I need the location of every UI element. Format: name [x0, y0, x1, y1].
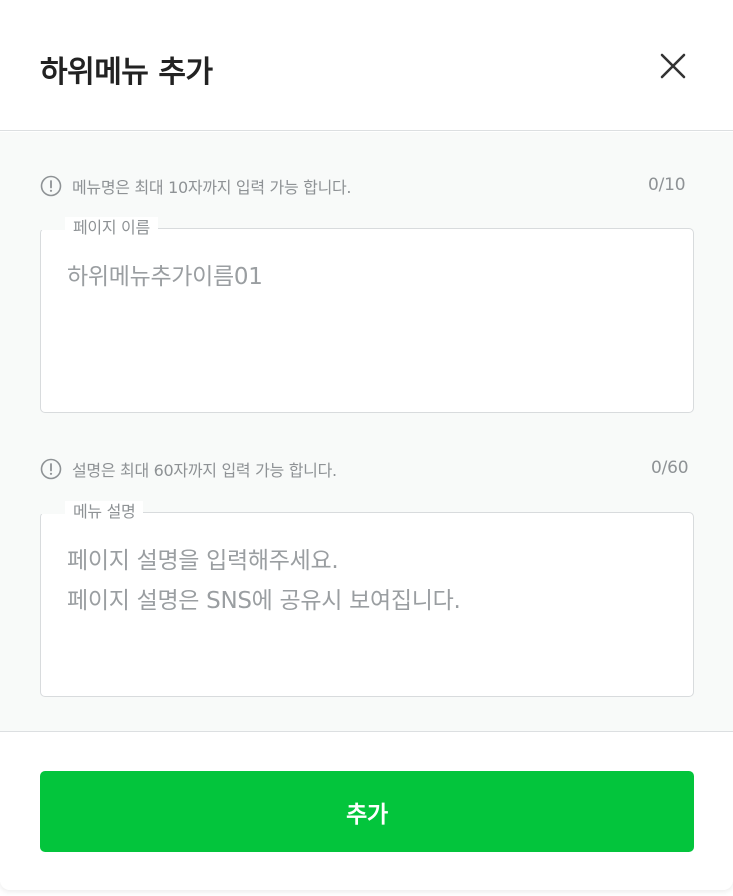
description-hint: 설명은 최대 60자까지 입력 가능 합니다. — [40, 458, 337, 480]
page-name-label: 페이지 이름 — [41, 217, 158, 239]
dialog-footer: 추가 — [0, 733, 733, 890]
menu-description-field[interactable]: 메뉴 설명 페이지 설명을 입력해주세요. 페이지 설명은 SNS에 공유시 보… — [40, 501, 694, 697]
page-name-hint: 메뉴명은 최대 10자까지 입력 가능 합니다. — [40, 175, 352, 197]
dialog-header: 하위메뉴 추가 — [0, 0, 733, 131]
info-icon — [40, 458, 62, 480]
close-button[interactable] — [654, 47, 692, 85]
close-icon — [660, 53, 686, 79]
menu-description-placeholder: 페이지 설명을 입력해주세요. 페이지 설명은 SNS에 공유시 보여집니다. — [67, 548, 461, 614]
description-counter: 0/60 — [651, 458, 689, 478]
page-name-counter: 0/10 — [648, 175, 686, 195]
menu-description-label: 메뉴 설명 — [40, 501, 144, 523]
page-name-field[interactable]: 페이지 이름 하위메뉴추가이름01 — [40, 217, 694, 413]
add-button[interactable]: 추가 — [40, 771, 694, 852]
page-name-placeholder: 하위메뉴추가이름01 — [67, 264, 263, 290]
info-icon — [40, 175, 62, 197]
page-name-hint-text: 메뉴명은 최대 10자까지 입력 가능 합니다. — [72, 178, 352, 197]
dialog-title: 하위메뉴 추가 — [40, 55, 213, 90]
add-submenu-dialog: 하위메뉴 추가 메뉴명은 최대 10자까지 입력 가능 합니다. 0/10 페이… — [0, 0, 733, 890]
dialog-body: 메뉴명은 최대 10자까지 입력 가능 합니다. 0/10 페이지 이름 하위메… — [0, 132, 733, 732]
description-hint-text: 설명은 최대 60자까지 입력 가능 합니다. — [72, 461, 337, 480]
